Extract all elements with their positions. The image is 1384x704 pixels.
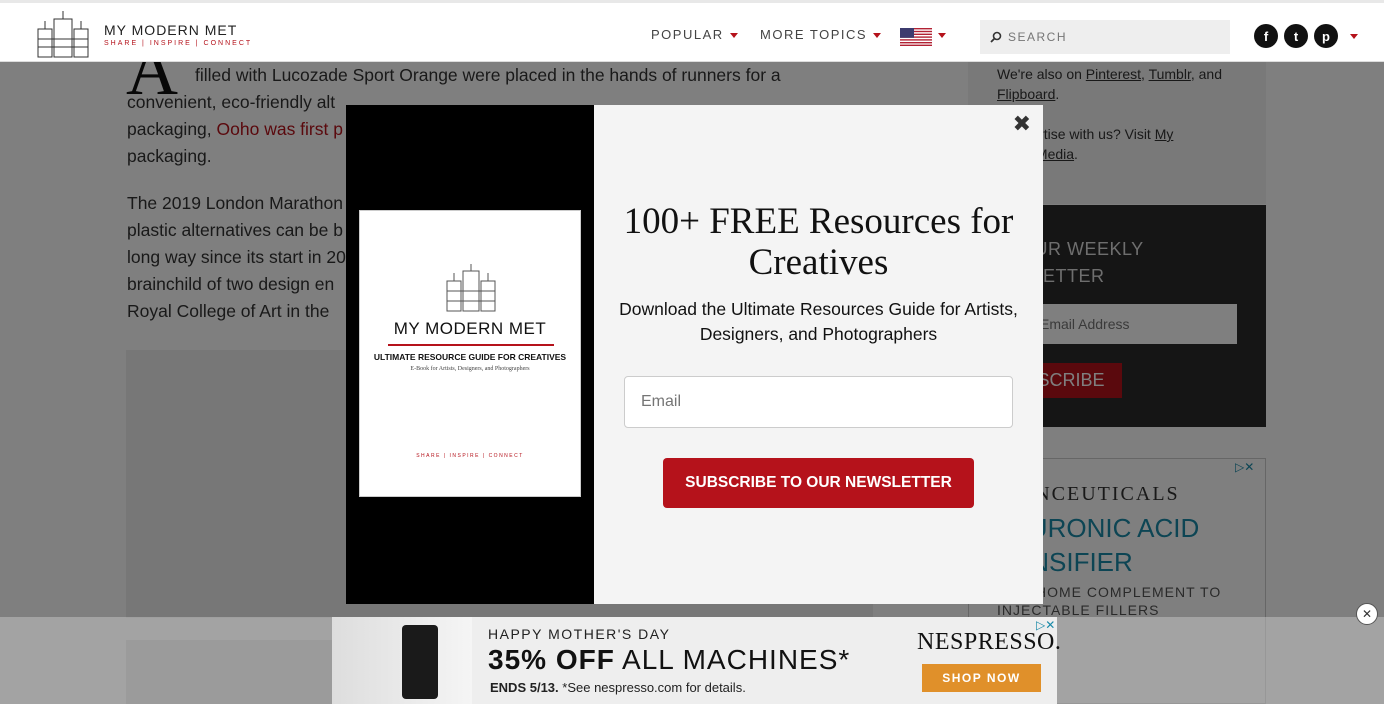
close-icon[interactable]: ✖ <box>1013 111 1031 137</box>
adchoices-icon[interactable]: ▷✕ <box>1036 618 1055 632</box>
social-links: f t p <box>1254 24 1358 48</box>
modal-form-panel: ✖ 100+ FREE Resources for Creatives Down… <box>594 105 1043 604</box>
site-header: MY MODERN MET SHARE | INSPIRE | CONNECT … <box>0 0 1384 62</box>
coffee-machine-icon <box>402 625 438 699</box>
ebook-subtitle-small: E-Book for Artists, Designers, and Photo… <box>410 366 530 372</box>
search-input[interactable] <box>1008 30 1208 44</box>
modal-subtitle: Download the Ultimate Resources Guide fo… <box>619 299 1018 344</box>
logo-buildings-icon <box>37 11 89 58</box>
ebook-tagline: SHARE | INSPIRE | CONNECT <box>416 453 524 459</box>
nav-more-topics[interactable]: MORE TOPICS <box>760 27 882 42</box>
ebook-divider <box>388 344 554 346</box>
bottom-ad[interactable]: HAPPY MOTHER'S DAY 35% OFF ALL MACHINES*… <box>332 617 1061 704</box>
nav-more-topics-label: MORE TOPICS <box>760 27 868 42</box>
us-flag-icon <box>900 28 932 46</box>
ad-offer-bold: 35% OFF <box>488 644 615 675</box>
nav-popular-label: POPULAR <box>651 27 724 42</box>
subscribe-button[interactable]: SUBSCRIBE TO OUR NEWSLETTER <box>663 458 974 508</box>
logo-tagline: SHARE | INSPIRE | CONNECT <box>104 39 253 47</box>
close-icon[interactable]: ✕ <box>1356 603 1378 625</box>
newsletter-modal: MY MODERN MET ULTIMATE RESOURCE GUIDE FO… <box>346 105 1043 604</box>
ad-brand-logo: NESPRESSO. <box>917 629 1062 655</box>
ad-headline: HAPPY MOTHER'S DAY <box>488 626 671 642</box>
ad-terms-rest: *See nespresso.com for details. <box>558 680 746 695</box>
nav-popular[interactable]: POPULAR <box>651 27 738 42</box>
logo-buildings-icon <box>446 264 496 312</box>
ad-offer: 35% OFF ALL MACHINES* <box>488 644 850 676</box>
chevron-down-icon <box>873 33 882 39</box>
logo-name: MY MODERN MET <box>104 21 238 38</box>
twitter-icon[interactable]: t <box>1284 24 1308 48</box>
modal-title: 100+ FREE Resources for Creatives <box>623 201 1014 283</box>
ebook-cover: MY MODERN MET ULTIMATE RESOURCE GUIDE FO… <box>359 210 581 497</box>
search-icon <box>990 31 1002 43</box>
modal-image-panel: MY MODERN MET ULTIMATE RESOURCE GUIDE FO… <box>346 105 594 604</box>
search-box[interactable] <box>980 20 1230 54</box>
ad-terms: ENDS 5/13. *See nespresso.com for detail… <box>490 680 746 695</box>
chevron-down-icon <box>729 33 738 39</box>
facebook-icon[interactable]: f <box>1254 24 1278 48</box>
email-field[interactable] <box>624 376 1013 428</box>
chevron-down-icon[interactable] <box>1350 33 1358 39</box>
pinterest-icon[interactable]: p <box>1314 24 1338 48</box>
shop-now-button[interactable]: SHOP NOW <box>922 664 1041 692</box>
ebook-subtitle: ULTIMATE RESOURCE GUIDE FOR CREATIVES <box>373 352 567 362</box>
ad-terms-bold: ENDS 5/13. <box>490 680 559 695</box>
ad-offer-rest: ALL MACHINES* <box>614 644 851 675</box>
ebook-title: MY MODERN MET <box>393 319 547 338</box>
ad-product-image <box>332 617 472 704</box>
chevron-down-icon <box>938 33 946 38</box>
site-logo[interactable]: MY MODERN MET SHARE | INSPIRE | CONNECT <box>32 9 252 59</box>
